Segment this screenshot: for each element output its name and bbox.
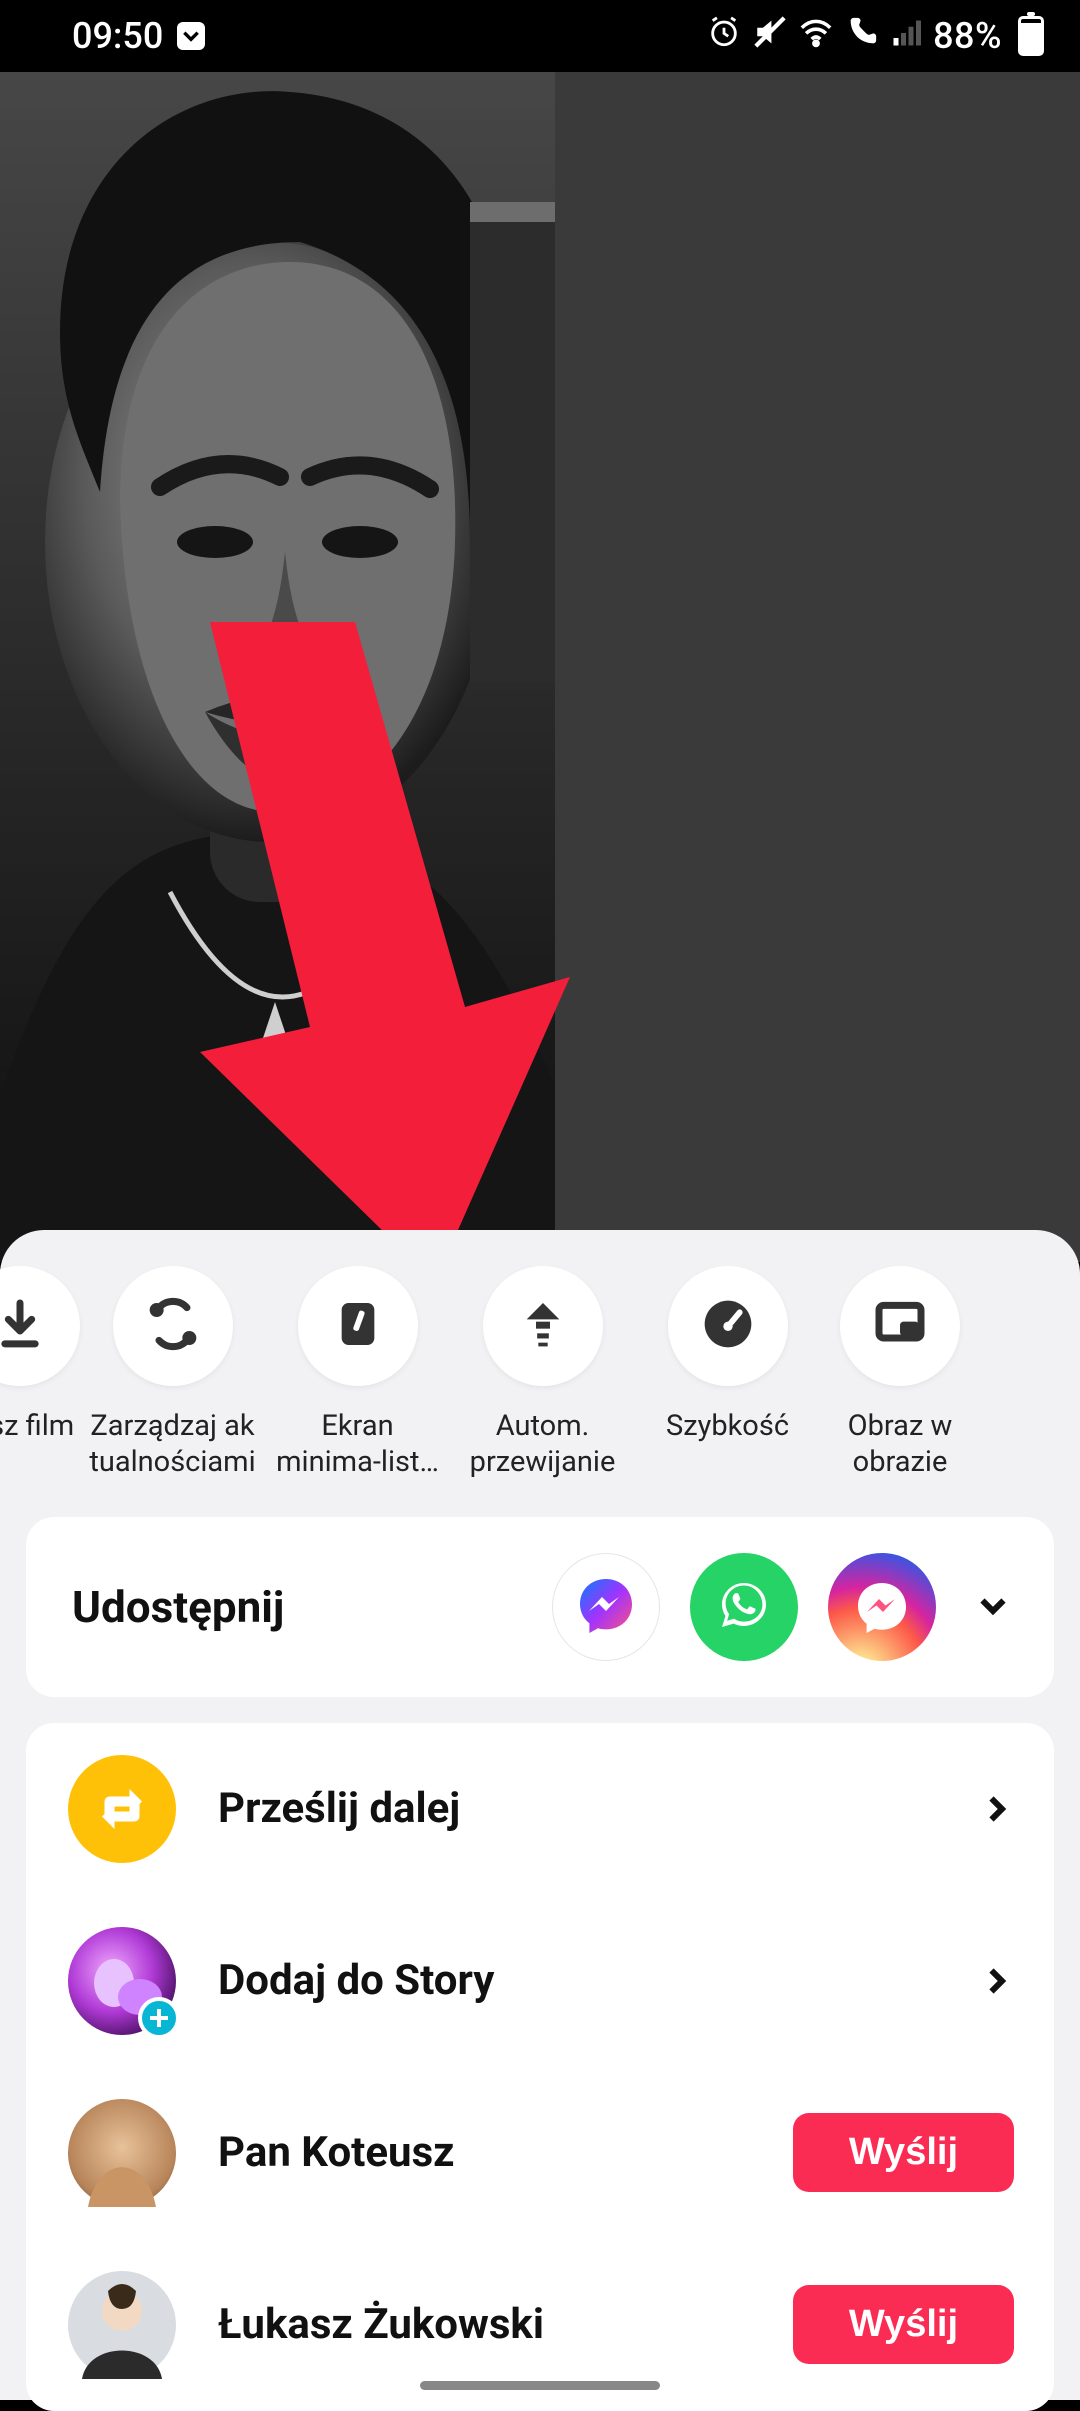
action-auto-scroll[interactable]: Autom. przewijanie bbox=[450, 1266, 635, 1481]
battery-icon bbox=[1018, 16, 1044, 56]
share-sheet: pisz film Zarządzaj ak tualnościami Ekra… bbox=[0, 1230, 1080, 2400]
repost-icon bbox=[68, 1755, 176, 1863]
action-mini-list[interactable]: Ekran minima-list… bbox=[265, 1266, 450, 1481]
signal-icon bbox=[891, 15, 921, 57]
action-save-video[interactable]: pisz film bbox=[0, 1266, 80, 1444]
action-manage-updates[interactable]: Zarządzaj ak tualnościami bbox=[80, 1266, 265, 1481]
list-item-add-story[interactable]: Dodaj do Story bbox=[26, 1895, 1054, 2067]
home-indicator[interactable] bbox=[420, 2381, 660, 2390]
send-button[interactable]: Wyślij bbox=[793, 2113, 1014, 2192]
chevron-right-icon bbox=[978, 1963, 1014, 1999]
video-thumbnail bbox=[0, 72, 555, 1262]
status-time: 09:50 bbox=[72, 15, 163, 57]
screen-icon bbox=[330, 1296, 386, 1356]
share-targets-list: Prześlij dalej Dodaj do Story Pan Koteus… bbox=[26, 1723, 1054, 2411]
pip-icon bbox=[872, 1296, 928, 1356]
avatar-contact bbox=[68, 2271, 176, 2379]
action-label: Obraz w obrazie bbox=[820, 1408, 980, 1481]
avatar-contact bbox=[68, 2099, 176, 2207]
share-card: Udostępnij bbox=[26, 1517, 1054, 1697]
download-icon bbox=[0, 1296, 48, 1356]
list-item-label: Prześlij dalej bbox=[218, 1784, 460, 1833]
speedometer-icon bbox=[700, 1296, 756, 1356]
share-title: Udostępnij bbox=[72, 1581, 284, 1633]
action-speed[interactable]: Szybkość bbox=[635, 1266, 820, 1444]
refresh-dots-icon bbox=[145, 1296, 201, 1356]
avatar-story bbox=[68, 1927, 176, 2035]
list-item-repost[interactable]: Prześlij dalej bbox=[26, 1723, 1054, 1895]
status-bar: 09:50 88% bbox=[0, 0, 1080, 72]
status-notification-icon bbox=[177, 22, 205, 50]
video-background[interactable] bbox=[0, 72, 1080, 1262]
plus-badge-icon bbox=[138, 1997, 180, 2039]
chevron-right-icon bbox=[978, 1791, 1014, 1827]
action-label: pisz film bbox=[0, 1408, 74, 1444]
action-picture-in-picture[interactable]: Obraz w obrazie bbox=[820, 1266, 980, 1481]
wifi-icon bbox=[799, 15, 833, 58]
list-item-label: Dodaj do Story bbox=[218, 1956, 494, 2005]
messenger-icon bbox=[574, 1573, 638, 1641]
sheet-actions-row[interactable]: pisz film Zarządzaj ak tualnościami Ekra… bbox=[0, 1266, 1080, 1491]
send-button[interactable]: Wyślij bbox=[793, 2285, 1014, 2364]
mute-icon bbox=[753, 15, 787, 58]
action-label: Zarządzaj ak tualnościami bbox=[83, 1408, 263, 1481]
messenger-icon bbox=[850, 1573, 914, 1641]
alarm-icon bbox=[707, 15, 741, 58]
action-label: Szybkość bbox=[666, 1408, 789, 1444]
share-instagram-dm-button[interactable] bbox=[828, 1553, 936, 1661]
list-item-label: Łukasz Żukowski bbox=[218, 2300, 544, 2349]
call-icon bbox=[845, 15, 879, 58]
battery-percentage: 88% bbox=[933, 15, 1002, 57]
action-label: Ekran minima-list… bbox=[268, 1408, 448, 1481]
list-item-label: Pan Koteusz bbox=[218, 2128, 455, 2177]
auto-scroll-icon bbox=[515, 1296, 571, 1356]
share-messenger-button[interactable] bbox=[552, 1553, 660, 1661]
list-item-contact-1[interactable]: Pan Koteusz Wyślij bbox=[26, 2067, 1054, 2239]
whatsapp-icon bbox=[712, 1573, 776, 1641]
chevron-down-icon bbox=[975, 1587, 1011, 1627]
share-expand-button[interactable] bbox=[972, 1586, 1014, 1628]
action-label: Autom. przewijanie bbox=[453, 1408, 633, 1481]
share-whatsapp-button[interactable] bbox=[690, 1553, 798, 1661]
